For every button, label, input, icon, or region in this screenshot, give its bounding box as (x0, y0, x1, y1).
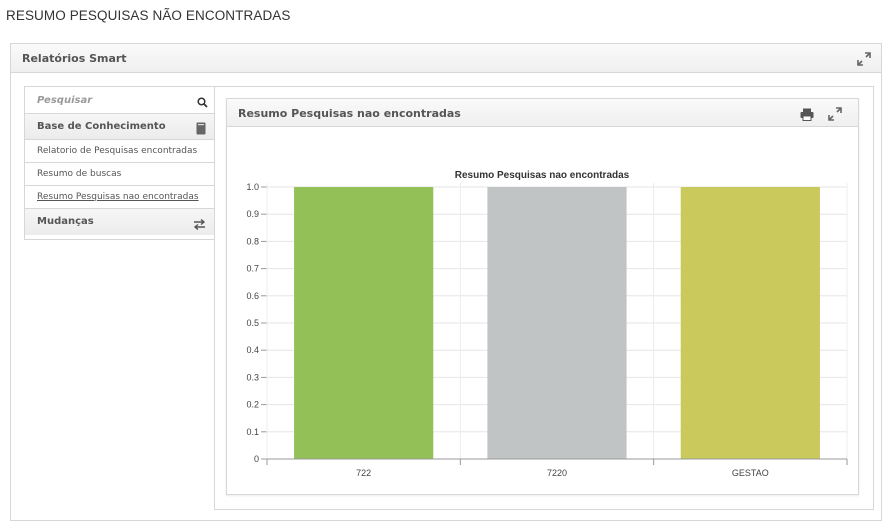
y-tick-label: 0.5 (246, 318, 259, 328)
chart-title: Resumo Pesquisas nao encontradas (455, 170, 630, 181)
sidebar-item-relatorio-pesquisas[interactable]: Relatorio de Pesquisas encontradas (25, 140, 214, 163)
content-panel: Resumo Pesquisas nao encontradas Resumo … (214, 86, 874, 510)
sidebar-item-resumo-nao-encontradas[interactable]: Resumo Pesquisas nao encontradas (25, 186, 214, 209)
x-tick-label: 7220 (547, 468, 567, 478)
y-tick-label: 0.8 (246, 236, 259, 246)
x-tick-label: GESTAO (732, 468, 769, 478)
bar-722 (294, 187, 434, 459)
bar-chart: Resumo Pesquisas nao encontradas 0 0.1 0.2 0… (246, 170, 848, 478)
y-tick-label: 0.2 (246, 400, 259, 410)
swap-icon (193, 215, 206, 234)
search-input[interactable] (25, 87, 195, 113)
book-icon (196, 120, 206, 139)
x-tick-label: 722 (356, 468, 371, 478)
y-tick-label: 0.7 (246, 264, 259, 274)
chart-widget: Resumo Pesquisas nao encontradas Resumo … (226, 98, 859, 495)
page-title: RESUMO PESQUISAS NÃO ENCONTRADAS (6, 8, 291, 23)
reports-panel: Relatórios Smart Base de Conhecimento Re… (10, 43, 882, 521)
y-tick-label: 0.6 (246, 291, 259, 301)
section-mudancas[interactable]: Mudanças (25, 209, 214, 235)
section-label: Base de Conhecimento (37, 121, 166, 132)
y-tick-label: 0.1 (246, 427, 259, 437)
y-tick-label: 0.3 (246, 372, 259, 382)
expand-icon[interactable] (857, 52, 871, 66)
search-row (25, 87, 214, 114)
search-icon[interactable] (197, 93, 208, 112)
bar-7220 (487, 187, 627, 459)
bar-gestao (680, 187, 820, 459)
reports-panel-title: Relatórios Smart (22, 52, 127, 65)
section-label: Mudanças (37, 216, 94, 227)
reports-panel-header: Relatórios Smart (11, 44, 881, 73)
sidebar-menu: Base de Conhecimento Relatorio de Pesqui… (24, 86, 215, 240)
section-base-conhecimento[interactable]: Base de Conhecimento (25, 114, 214, 140)
y-tick-label: 0.4 (246, 345, 259, 355)
y-tick-label: 1.0 (246, 182, 259, 192)
y-tick-label: 0 (254, 454, 259, 464)
y-tick-label: 0.9 (246, 209, 259, 219)
sidebar-item-label: Resumo Pesquisas nao encontradas (37, 192, 199, 202)
sidebar-item-resumo-buscas[interactable]: Resumo de buscas (25, 163, 214, 186)
sidebar-item-label: Relatorio de Pesquisas encontradas (37, 146, 198, 156)
sidebar-item-label: Resumo de buscas (37, 169, 122, 179)
